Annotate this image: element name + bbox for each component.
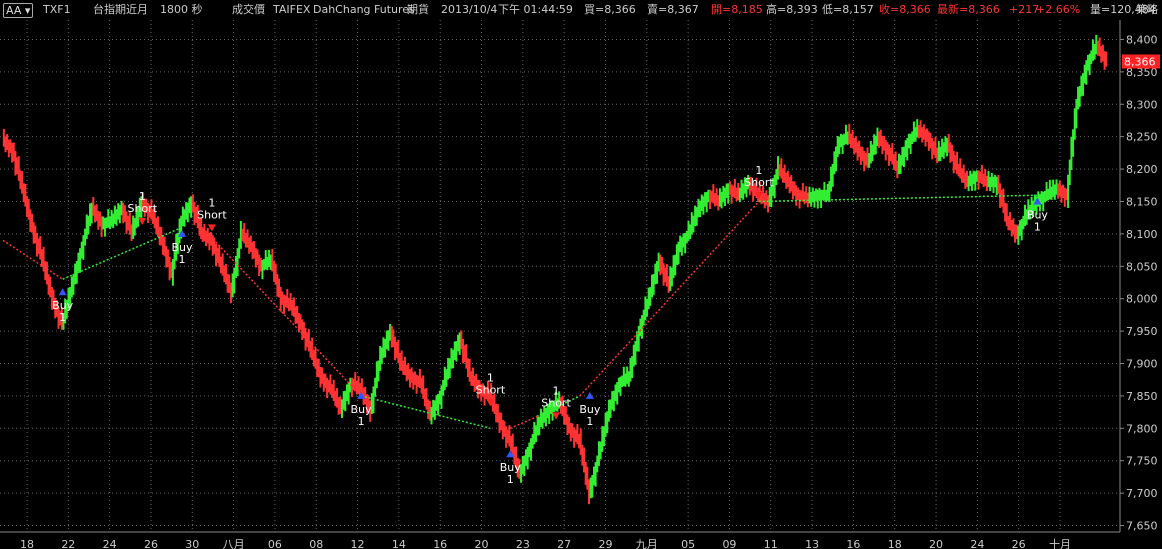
type-label: 期貨 [407,3,429,16]
y-tick-label: 8,000 [1126,293,1158,306]
x-tick-label: 20 [929,538,943,549]
last-label: 最新=8,366 [937,3,1000,16]
x-tick-label: 29 [598,538,612,549]
short-arrow-icon [207,224,216,232]
time-label: 下午 01:44:59 [498,3,573,16]
x-tick-label: 09 [722,538,736,549]
symbol-label[interactable]: TXF1 [43,0,71,20]
short-label: Short [127,202,157,215]
open-label: 開=8,185 [711,3,763,16]
x-tick-label: 24 [103,538,117,549]
x-tick-label: 十月 [1049,537,1071,549]
x-tick-label: 14 [392,538,406,549]
toolbar: AA ▾ TXF1 台指期近月 1800 秒 成交價 TAIFEX DahCha… [0,0,1162,20]
x-tick-label: 08 [309,538,323,549]
x-tick-label: 16 [846,538,860,549]
x-tick-label: 26 [1012,538,1026,549]
short-qty: 1 [139,190,146,203]
change-label: +217 [1009,3,1040,16]
name-label: 台指期近月 [93,3,148,16]
low-label: 低=8,157 [822,3,874,16]
short-label: Short [541,396,571,409]
buy-qty: 1 [358,415,365,428]
x-tick-label: 11 [764,538,778,549]
y-tick-label: 7,900 [1126,357,1158,370]
x-tick-label: 八月 [223,538,245,549]
short-label: Short [744,176,774,189]
strategy-label[interactable]: 策略 [1136,0,1158,20]
field-label: 成交價 [232,3,265,16]
buy-qty: 1 [507,473,514,486]
short-qty: 1 [208,196,215,209]
x-tick-label: 23 [516,538,530,549]
exchange-label: TAIFEX [273,3,311,16]
y-tick-label: 8,200 [1126,163,1158,176]
x-tick-label: 16 [433,538,447,549]
buy-qty: 1 [1034,220,1041,233]
y-tick-label: 7,850 [1126,390,1158,403]
date-label: 2013/10/4 [441,3,498,16]
short-qty: 1 [755,164,762,177]
x-tick-label: 12 [351,538,365,549]
y-tick-label: 8,250 [1126,131,1158,144]
y-tick-label: 7,800 [1126,422,1158,435]
y-tick-label: 8,150 [1126,195,1158,208]
x-tick-label: 13 [805,538,819,549]
close-label: 收=8,366 [879,3,931,16]
buy-qty: 1 [586,415,593,428]
buy-qty: 1 [179,253,186,266]
x-tick-label: 22 [61,538,75,549]
short-label: Short [476,383,506,396]
bid-label: 買=8,366 [584,3,636,16]
short-arrow-icon [138,217,147,225]
high-label: 高=8,393 [766,3,818,16]
y-tick-label: 8,400 [1126,33,1158,46]
y-tick-label: 7,650 [1126,520,1158,533]
x-tick-label: 05 [681,538,695,549]
y-tick-label: 8,300 [1126,98,1158,111]
price-chart[interactable]: 18 22 24 26 30 八月 06 08 12 14 16 20 23 27 29 九月 05 09 11 13… [0,20,1162,549]
ask-label: 賣=8,367 [647,3,699,16]
x-tick-label: 06 [268,538,282,549]
buy-qty: 1 [59,311,66,324]
interval-label[interactable]: 1800 秒 [160,0,203,20]
change-pct-label: +2.66% [1036,3,1081,16]
x-tick-label: 九月 [636,538,658,549]
style-selector-button[interactable]: AA ▾ [3,3,34,18]
y-tick-label: 7,750 [1126,455,1158,468]
short-qty: 1 [553,384,560,397]
y-tick-label: 8,050 [1126,260,1158,273]
last-price-label: 8,366 [1124,55,1156,68]
y-tick-label: 7,700 [1126,487,1158,500]
x-tick-label: 20 [475,538,489,549]
y-tick-label: 7,950 [1126,325,1158,338]
y-tick-label: 8,100 [1126,228,1158,241]
buy-arrow-icon [58,288,67,296]
short-label: Short [197,208,227,221]
style-label: AA [6,4,22,17]
x-tick-label: 30 [185,538,199,549]
x-tick-label: 27 [557,538,571,549]
x-tick-label: 18 [888,538,902,549]
x-tick-label: 18 [20,538,34,549]
x-tick-label: 24 [970,538,984,549]
short-qty: 1 [487,371,494,384]
x-tick-label: 26 [144,538,158,549]
trend-line [2,239,64,280]
source-label: DahChang Futures [313,3,415,16]
